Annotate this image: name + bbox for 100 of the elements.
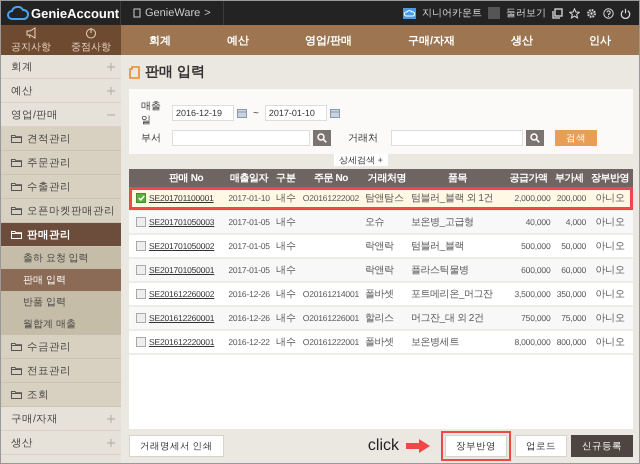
table-cell: 3,500,000 [514, 289, 550, 299]
row-checkbox[interactable] [136, 289, 146, 299]
folder-icon [11, 230, 22, 239]
print-button[interactable]: 거래명세서 인쇄 [129, 435, 224, 457]
row-checkbox[interactable] [136, 313, 146, 323]
column-header: 매출일자 [224, 169, 274, 187]
table-cell: 아니오 [596, 313, 624, 324]
menu-tab[interactable]: 회계 [140, 28, 179, 52]
action-button[interactable]: 업로드 [515, 435, 567, 457]
table-cell: 2017-01-10 [228, 193, 270, 203]
sales-number-link[interactable]: SE201612220001 [149, 337, 214, 347]
column-header: 품목 [410, 169, 506, 187]
page-title: 판매 입력 [145, 63, 205, 81]
sales-number-link[interactable]: SE201612260002 [149, 289, 214, 299]
windows-icon[interactable] [552, 8, 563, 18]
table-cell: 내수 [276, 265, 296, 276]
table-cell: O20161222002 [302, 193, 360, 203]
sidebar-leaf[interactable]: 출하 요청 입력 [1, 247, 121, 269]
table-cell: 머그잔_대 외 2건 [410, 313, 484, 324]
plus-icon[interactable] [107, 414, 115, 422]
page-icon [129, 66, 140, 78]
click-annotation: click [368, 437, 399, 455]
table-cell: 아니오 [596, 289, 624, 300]
table-row[interactable]: SE201612260001 2016-12-26 내수 O20161226001 할리스 머그잔_대 외 2건 750,000 75,000 아니오 [129, 306, 633, 330]
tour-link[interactable]: 둘러보기 [506, 6, 546, 20]
menu-tab[interactable]: 생산 [502, 28, 541, 52]
date-field[interactable]: 2016-12-19 [172, 105, 234, 121]
row-checkbox[interactable] [136, 193, 146, 203]
sidebar-subitem[interactable]: 수출관리 [1, 175, 121, 199]
sidebar-leaf[interactable]: 월합계 매출 [1, 313, 121, 335]
table-cell: 아니오 [596, 193, 624, 204]
table-row[interactable]: SE201701050003 2017-01-05 내수 오슈 보온병_고급형 40,000 4,000 아니오 [129, 210, 633, 234]
table-cell: 200,000 [556, 193, 586, 203]
register-button[interactable]: 신규등록 [571, 435, 633, 457]
table-cell: 500,000 [521, 241, 550, 251]
row-checkbox[interactable] [136, 217, 146, 227]
sidebar-subitem[interactable]: 견적관리 [1, 127, 121, 151]
row-checkbox[interactable] [136, 265, 146, 275]
plus-icon[interactable] [107, 86, 115, 94]
account-link[interactable]: 지니어카운트 [422, 6, 482, 20]
workspace-link[interactable]: GenieWare [145, 7, 200, 19]
folder-icon [11, 158, 22, 167]
menu-tab[interactable]: 영업/판매 [296, 28, 360, 52]
table-row[interactable]: SE201701050001 2017-01-05 내수 락앤락 플라스틱물병 600,000 60,000 아니오 [129, 258, 633, 282]
table-cell: 내수 [276, 193, 296, 204]
sidebar-leaf[interactable]: 반품 입력 [1, 291, 121, 313]
table-cell: 보온병세트 [410, 337, 459, 348]
cloud-icon [7, 6, 29, 20]
quick-link[interactable]: 공지사항 [11, 26, 51, 54]
column-header: 구분 [274, 169, 298, 187]
column-header: 부가세 [551, 169, 588, 187]
table-cell: 아니오 [596, 241, 624, 252]
column-header: 공급가액 [506, 169, 552, 187]
table-cell: 아니오 [596, 337, 624, 348]
table-row[interactable]: SE201701100001 2017-01-10 내수 O20161222002 탐앤탐스 텀블러_블랙 외 1건 2,000,000 200,000 아니오 [129, 187, 633, 210]
row-checkbox[interactable] [136, 337, 146, 347]
row-checkbox[interactable] [136, 241, 146, 251]
settings-icon[interactable] [586, 8, 597, 18]
calendar-icon[interactable] [237, 108, 247, 118]
sales-number-link[interactable]: SE201701050002 [149, 241, 214, 251]
table-cell: 내수 [276, 217, 296, 228]
folder-icon [11, 366, 22, 375]
power-icon[interactable] [620, 8, 631, 18]
date-field[interactable]: 2017-01-10 [264, 105, 327, 121]
text-field[interactable] [391, 130, 523, 146]
folder-icon [11, 390, 22, 399]
sidebar-subitem[interactable]: 전표관리 [1, 359, 121, 383]
menu-tab[interactable]: 예산 [218, 28, 257, 52]
cloud-icon[interactable] [403, 8, 416, 18]
table-cell: 4,000 [566, 217, 586, 227]
text-field[interactable] [172, 130, 310, 146]
action-button[interactable]: 장부반영 [445, 435, 507, 457]
folder-icon [11, 134, 22, 143]
table-cell: O20161226001 [302, 313, 360, 323]
chevron-icon[interactable]: > [204, 7, 211, 19]
table-cell: 탐앤탐스 [364, 193, 404, 204]
sidebar-subitem[interactable]: 주문관리 [1, 151, 121, 175]
detail-search-toggle[interactable]: 상세검색 + [334, 154, 388, 166]
sidebar-leaf[interactable]: 판매 입력 [1, 269, 121, 291]
quick-link[interactable]: 중점사항 [71, 26, 111, 54]
sidebar-subitem[interactable]: 조회 [1, 383, 121, 407]
table-cell: 40,000 [526, 217, 550, 227]
star-icon[interactable] [569, 8, 580, 18]
table-row[interactable]: SE201612220001 2016-12-22 내수 O20161222001 폴바셋 보온병세트 8,000,000 800,000 아니오 [129, 330, 633, 354]
search-button[interactable] [526, 130, 544, 146]
table-cell: 60,000 [561, 265, 586, 275]
check-icon [138, 195, 144, 201]
document-icon [133, 8, 141, 18]
sidebar-subitem[interactable]: 수금관리 [1, 335, 121, 359]
sidebar-subitem[interactable]: 오픈마켓판매관리 [1, 199, 121, 223]
table-cell: 오슈 [364, 217, 384, 228]
power-icon [85, 26, 97, 38]
sidebar-subitem[interactable]: 판매관리 [1, 223, 121, 247]
plus-icon[interactable] [107, 62, 115, 70]
calendar-icon[interactable] [330, 108, 340, 118]
plus-icon[interactable] [107, 438, 115, 446]
search-button[interactable] [313, 130, 331, 146]
menu-tab[interactable]: 인사 [580, 28, 619, 52]
menu-tab[interactable]: 구매/자재 [400, 28, 464, 52]
help-icon[interactable] [603, 8, 614, 18]
